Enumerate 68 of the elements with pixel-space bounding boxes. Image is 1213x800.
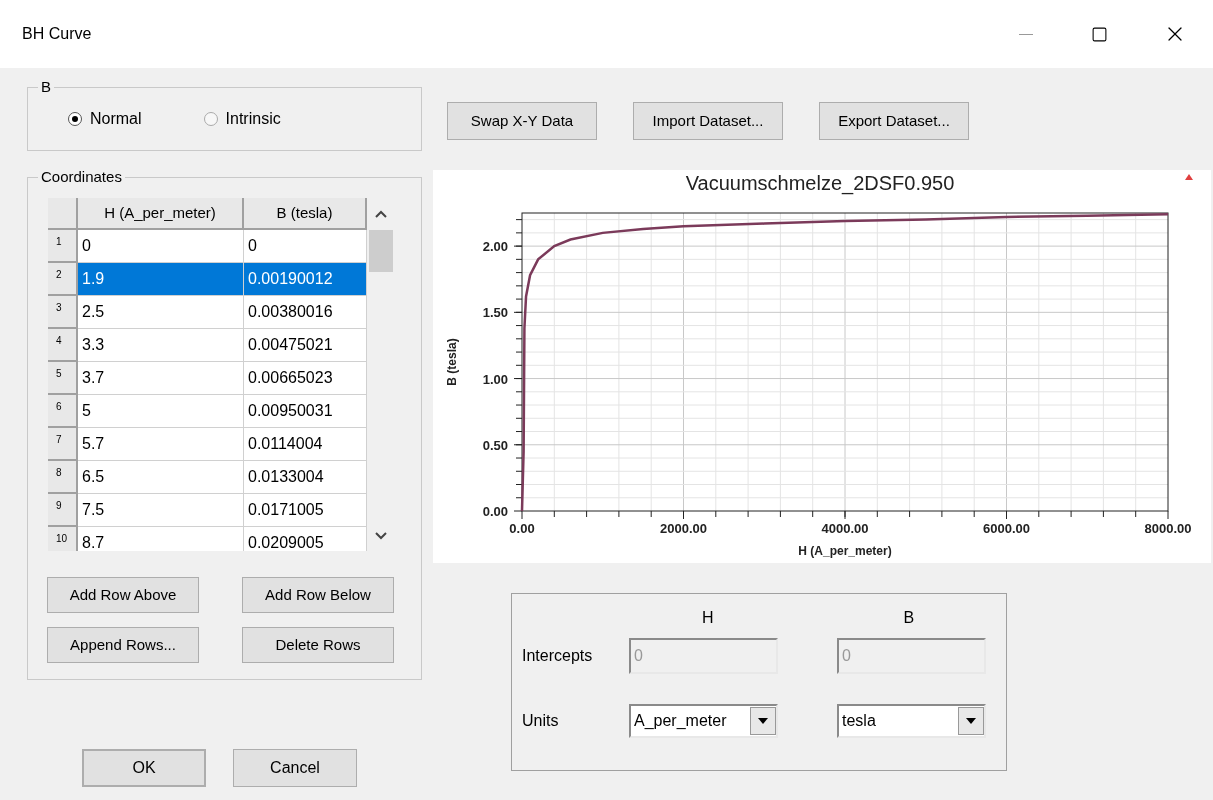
minimize-icon xyxy=(1019,33,1033,35)
radio-option[interactable]: Intrinsic xyxy=(203,107,281,131)
row-number: 8 xyxy=(48,461,78,494)
table-cell[interactable]: 0.00950031 xyxy=(244,395,367,428)
cancel-button[interactable]: Cancel xyxy=(233,749,357,787)
row-number: 7 xyxy=(48,428,78,461)
grid-action-button[interactable]: Add Row Above xyxy=(47,577,199,613)
grid-action-button[interactable]: Append Rows... xyxy=(47,627,199,663)
row-number: 9 xyxy=(48,494,78,527)
chart-title: Vacuumschmelze_2DSF0.950 xyxy=(685,172,955,194)
units-label: Units xyxy=(522,711,560,731)
table-cell[interactable]: 5.7 xyxy=(78,428,244,461)
table-cell[interactable]: 0.0171005 xyxy=(244,494,367,527)
grid-action-button[interactable]: Delete Rows xyxy=(242,627,394,663)
table-cell[interactable]: 7.5 xyxy=(78,494,244,527)
column-header: H xyxy=(702,608,714,628)
table-cell[interactable]: 0.0209005 xyxy=(244,527,367,551)
table-cell[interactable]: 0.00475021 xyxy=(244,329,367,362)
column-header: B xyxy=(903,608,915,628)
row-number: 3 xyxy=(48,296,78,329)
table-cell[interactable]: 6.5 xyxy=(78,461,244,494)
marker-icon xyxy=(1185,174,1193,180)
row-number: 10 xyxy=(48,527,78,551)
x-tick-label: 4000.00 xyxy=(821,521,869,536)
x-axis-label: H (A_per_meter) xyxy=(798,544,892,558)
table-cell[interactable]: 0.00190012 xyxy=(244,263,367,296)
x-tick-label: 0.00 xyxy=(509,521,535,536)
y-tick-label: 0.50 xyxy=(482,437,508,453)
column-header: B (tesla) xyxy=(244,198,367,230)
radio-option[interactable]: Normal xyxy=(68,107,142,131)
table-cell[interactable]: 0.0114004 xyxy=(244,428,367,461)
table-cell[interactable]: 3.7 xyxy=(78,362,244,395)
table-cell[interactable]: 0 xyxy=(244,230,367,263)
row-number: 1 xyxy=(48,230,78,263)
x-tick-label: 8000.00 xyxy=(1144,521,1192,536)
row-number: 5 xyxy=(48,362,78,395)
ok-button[interactable]: OK xyxy=(82,749,206,787)
intercepts-label: Intercepts xyxy=(522,646,594,666)
toolbar-button[interactable]: Export Dataset... xyxy=(819,102,969,140)
y-tick-label: 2.00 xyxy=(482,239,508,255)
toolbar-button[interactable]: Swap X-Y Data xyxy=(447,102,597,140)
y-axis-label: B (tesla) xyxy=(445,338,459,386)
corner-header[interactable] xyxy=(48,198,78,230)
units-dropdown[interactable]: A_per_meter xyxy=(629,704,778,738)
toolbar-button[interactable]: Import Dataset... xyxy=(633,102,783,140)
table-cell[interactable]: 0 xyxy=(78,230,244,263)
units-dropdown[interactable]: tesla xyxy=(837,704,986,738)
row-number: 6 xyxy=(48,395,78,428)
table-cell[interactable]: 8.7 xyxy=(78,527,244,551)
table-cell[interactable]: 0.00380016 xyxy=(244,296,367,329)
table-cell[interactable]: 3.3 xyxy=(78,329,244,362)
grid-action-button[interactable]: Add Row Below xyxy=(242,577,394,613)
scrollbar-thumb[interactable] xyxy=(369,230,393,272)
table-cell[interactable]: 0.0133004 xyxy=(244,461,367,494)
column-header: H (A_per_meter) xyxy=(78,198,244,230)
table-cell[interactable]: 5 xyxy=(78,395,244,428)
row-number: 2 xyxy=(48,263,78,296)
y-tick-label: 1.00 xyxy=(482,371,508,387)
table-cell[interactable]: 0.00665023 xyxy=(244,362,367,395)
x-tick-label: 2000.00 xyxy=(660,521,707,536)
x-tick-label: 6000.00 xyxy=(983,521,1030,536)
table-cell[interactable]: 1.9 xyxy=(78,263,244,296)
window-title: BH Curve xyxy=(22,24,93,44)
y-tick-label: 0.00 xyxy=(482,504,508,519)
maximize-icon xyxy=(1090,25,1108,43)
table-cell[interactable]: 2.5 xyxy=(78,296,244,329)
y-tick-label: 1.50 xyxy=(482,305,508,321)
row-number: 4 xyxy=(48,329,78,362)
